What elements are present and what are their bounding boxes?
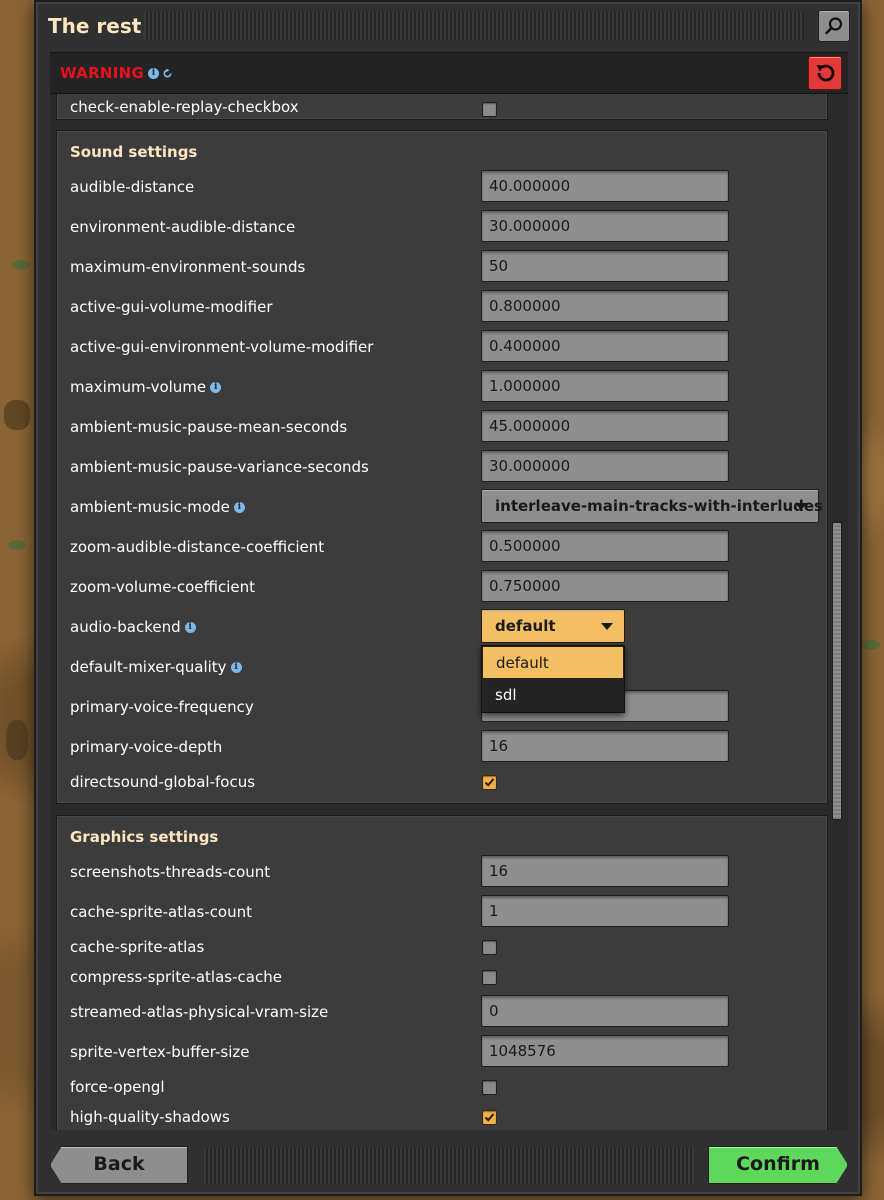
warning-label: WARNING i (60, 64, 173, 82)
title-drag-handle[interactable] (144, 12, 804, 40)
reset-button[interactable] (808, 56, 842, 90)
scrollbar-thumb[interactable] (832, 522, 842, 820)
setting-textbox[interactable]: 30.000000 (481, 210, 729, 242)
setting-label: streamed-atlas-physical-vram-size (70, 1003, 329, 1021)
setting-checkbox[interactable] (482, 102, 497, 117)
setting-textbox[interactable]: 30.000000 (481, 450, 729, 482)
settings-scroll-area[interactable]: check-enable-replay-checkbox Sound setti… (50, 94, 848, 1130)
warning-text: WARNING (60, 64, 145, 82)
sound-settings-panel: Sound settings audible-distance 40.00000… (56, 130, 828, 804)
setting-label: ambient-music-pause-variance-seconds (70, 458, 369, 476)
setting-label: ambient-music-pause-mean-seconds (70, 418, 348, 436)
setting-label: primary-voice-frequency (70, 698, 254, 716)
setting-label: screenshots-threads-count (70, 863, 271, 881)
setting-label: audible-distance (70, 178, 195, 196)
setting-label: check-enable-replay-checkbox (70, 98, 299, 116)
background-rock (4, 400, 30, 430)
dropdown-value: interleave-main-tracks-with-interludes (495, 497, 823, 515)
setting-label: ambient-music-mode i (70, 498, 245, 516)
setting-label-text: ambient-music-mode (70, 498, 230, 516)
info-icon[interactable]: i (148, 68, 160, 79)
setting-label: sprite-vertex-buffer-size (70, 1043, 250, 1061)
setting-checkbox[interactable] (482, 1110, 497, 1125)
confirm-button[interactable]: Confirm (708, 1146, 848, 1184)
info-icon[interactable]: i (210, 382, 222, 393)
panel-title: Graphics settings (70, 828, 219, 846)
setting-label: primary-voice-depth (70, 738, 223, 756)
refresh-icon[interactable] (162, 68, 173, 79)
info-icon[interactable]: i (233, 502, 245, 513)
search-icon (825, 17, 843, 35)
info-icon[interactable]: i (230, 662, 242, 673)
background-grass (12, 260, 30, 270)
setting-label: active-gui-volume-modifier (70, 298, 273, 316)
audio-backend-options: default sdl (481, 645, 625, 713)
background-grass (8, 540, 26, 550)
setting-textbox[interactable]: 50 (481, 250, 729, 282)
audio-backend-dropdown[interactable]: default (481, 609, 625, 643)
setting-textbox[interactable]: 1 (481, 895, 729, 927)
setting-label: environment-audible-distance (70, 218, 296, 236)
setting-label: cache-sprite-atlas (70, 938, 205, 956)
setting-textbox[interactable]: 0 (481, 995, 729, 1027)
search-button[interactable] (818, 10, 850, 42)
setting-textbox[interactable]: 0.400000 (481, 330, 729, 362)
setting-textbox[interactable]: 16 (481, 855, 729, 887)
setting-textbox[interactable]: 0.750000 (481, 570, 729, 602)
dropdown-option-default[interactable]: default (482, 646, 624, 679)
back-button[interactable]: Back (50, 1146, 188, 1184)
setting-label: compress-sprite-atlas-cache (70, 968, 282, 986)
setting-label-text: audio-backend (70, 618, 181, 636)
setting-textbox[interactable]: 45.000000 (481, 410, 729, 442)
graphics-settings-panel: Graphics settings screenshots-threads-co… (56, 815, 828, 1130)
dropdown-value: default (495, 617, 556, 635)
setting-checkbox[interactable] (482, 1080, 497, 1095)
previous-settings-panel: check-enable-replay-checkbox (56, 94, 828, 120)
setting-textbox[interactable]: 0.800000 (481, 290, 729, 322)
setting-checkbox[interactable] (482, 775, 497, 790)
setting-label: force-opengl (70, 1078, 165, 1096)
dropdown-option-sdl[interactable]: sdl (482, 679, 624, 712)
footer-drag-handle[interactable] (204, 1148, 694, 1184)
setting-label-text: default-mixer-quality (70, 658, 227, 676)
settings-window: The rest WARNINGi check-enable-replay-c (34, 0, 862, 1196)
scrollbar-track[interactable] (830, 94, 844, 1130)
checkmark-icon (484, 1113, 495, 1122)
setting-label: maximum-environment-sounds (70, 258, 306, 276)
window-title: The rest (48, 14, 142, 38)
setting-label: audio-backend i (70, 618, 196, 636)
setting-checkbox[interactable] (482, 970, 497, 985)
chevron-down-icon (795, 503, 807, 510)
setting-label: active-gui-environment-volume-modifier (70, 338, 374, 356)
setting-textbox[interactable]: 40.000000 (481, 170, 729, 202)
panel-title: Sound settings (70, 143, 198, 161)
setting-textbox[interactable]: 1.000000 (481, 370, 729, 402)
checkmark-icon (484, 778, 495, 787)
setting-textbox[interactable]: 1048576 (481, 1035, 729, 1067)
setting-label: high-quality-shadows (70, 1108, 230, 1126)
setting-textbox[interactable]: 0.500000 (481, 530, 729, 562)
ambient-music-mode-dropdown[interactable]: interleave-main-tracks-with-interludes (481, 489, 823, 523)
setting-label: default-mixer-quality i (70, 658, 242, 676)
setting-label-text: maximum-volume (70, 378, 207, 396)
warning-bar: WARNING i (50, 52, 848, 94)
reset-icon (816, 64, 835, 82)
info-icon[interactable]: i (184, 622, 196, 633)
footer-bar: Back Confirm (36, 1132, 860, 1196)
setting-checkbox[interactable] (482, 940, 497, 955)
setting-textbox[interactable]: 16 (481, 730, 729, 762)
setting-label: directsound-global-focus (70, 773, 256, 791)
setting-label: cache-sprite-atlas-count (70, 903, 253, 921)
setting-label: maximum-volume i (70, 378, 222, 396)
background-grass (862, 640, 880, 650)
background-rock (6, 720, 28, 760)
setting-label: zoom-volume-coefficient (70, 578, 256, 596)
title-bar[interactable]: The rest (36, 2, 860, 50)
chevron-down-icon (601, 623, 613, 630)
setting-label: zoom-audible-distance-coefficient (70, 538, 325, 556)
